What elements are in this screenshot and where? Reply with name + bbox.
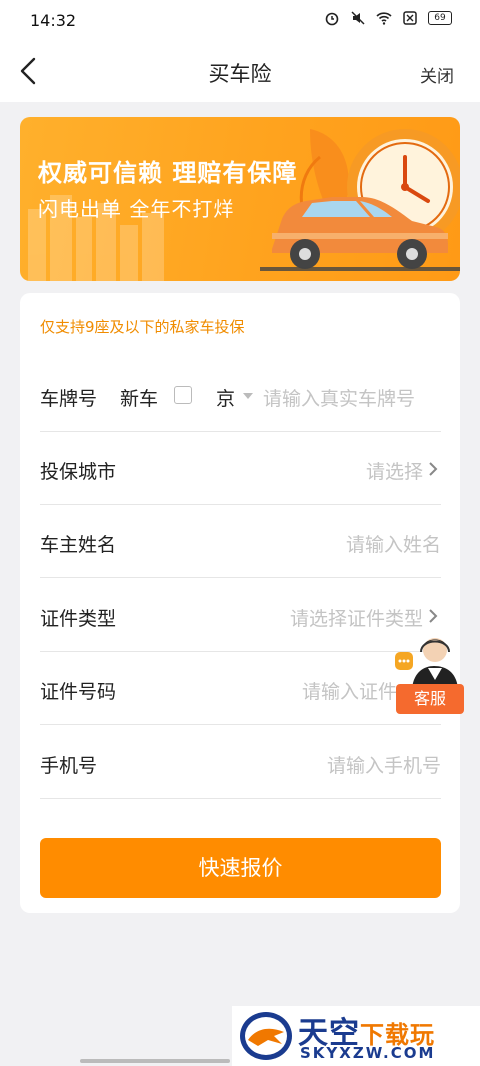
id-type-select[interactable]: 请选择证件类型 [290, 604, 423, 631]
city-row[interactable]: 投保城市 请选择 [40, 432, 441, 505]
promo-banner: 权威可信赖 理赔有保障 闪电出单 全年不打烊 [20, 117, 460, 281]
nav-bar: 买车险 关闭 [0, 40, 480, 102]
city-select[interactable]: 请选择 [366, 457, 423, 484]
status-bar: 14:32 69 [0, 0, 480, 40]
battery-icon: 69 [428, 11, 452, 25]
id-type-label: 证件类型 [40, 608, 117, 630]
id-type-row[interactable]: 证件类型 请选择证件类型 [40, 579, 441, 652]
status-time: 14:32 [30, 11, 77, 30]
close-button[interactable]: 关闭 [420, 62, 454, 87]
site-watermark: 天空下载玩 SKYXZW.COM [232, 1006, 480, 1066]
mute-icon [351, 11, 365, 25]
status-icons: 69 [324, 10, 452, 26]
agent-avatar-icon [395, 638, 458, 688]
owner-name-input[interactable]: 请输入姓名 [346, 530, 441, 557]
id-number-label: 证件号码 [40, 681, 117, 703]
home-indicator [80, 1059, 230, 1063]
new-car-label: 新车 [120, 388, 159, 410]
province-caret-icon [243, 393, 253, 399]
insurance-form: 仅支持9座及以下的私家车投保 车牌号 新车 京 请输入真实车牌号 投保城市 请选… [20, 293, 460, 913]
plate-row: 车牌号 新车 京 请输入真实车牌号 [40, 359, 441, 432]
city-label: 投保城市 [40, 461, 117, 483]
page-title: 买车险 [208, 62, 272, 86]
phone-input[interactable]: 请输入手机号 [327, 751, 441, 778]
eligibility-notice: 仅支持9座及以下的私家车投保 [40, 318, 245, 336]
new-car-checkbox[interactable] [174, 386, 192, 404]
owner-row: 车主姓名 请输入姓名 [40, 505, 441, 578]
banner-subline: 闪电出单 全年不打烊 [38, 197, 235, 221]
banner-headline: 权威可信赖 理赔有保障 [38, 159, 298, 187]
plate-number-input[interactable]: 请输入真实车牌号 [263, 384, 415, 411]
watermark-logo-icon [240, 1012, 292, 1060]
owner-label: 车主姓名 [40, 534, 117, 556]
id-number-input[interactable]: 请输入证件 [302, 677, 397, 704]
phone-label: 手机号 [40, 755, 98, 777]
watermark-url: SKYXZW.COM [300, 1044, 436, 1062]
chevron-right-icon [429, 462, 438, 476]
chevron-right-icon [429, 609, 438, 623]
id-number-row: 证件号码 请输入证件 [40, 652, 441, 725]
customer-service-button[interactable]: 客服 [394, 630, 466, 714]
customer-service-label: 客服 [396, 684, 464, 714]
province-selector[interactable]: 京 [216, 384, 235, 411]
wifi-icon [376, 12, 392, 25]
quick-quote-button[interactable]: 快速报价 [40, 838, 441, 898]
alarm-icon [325, 12, 339, 26]
sim-off-icon [403, 11, 417, 25]
plate-label: 车牌号 [40, 388, 98, 410]
phone-row: 手机号 请输入手机号 [40, 726, 441, 799]
